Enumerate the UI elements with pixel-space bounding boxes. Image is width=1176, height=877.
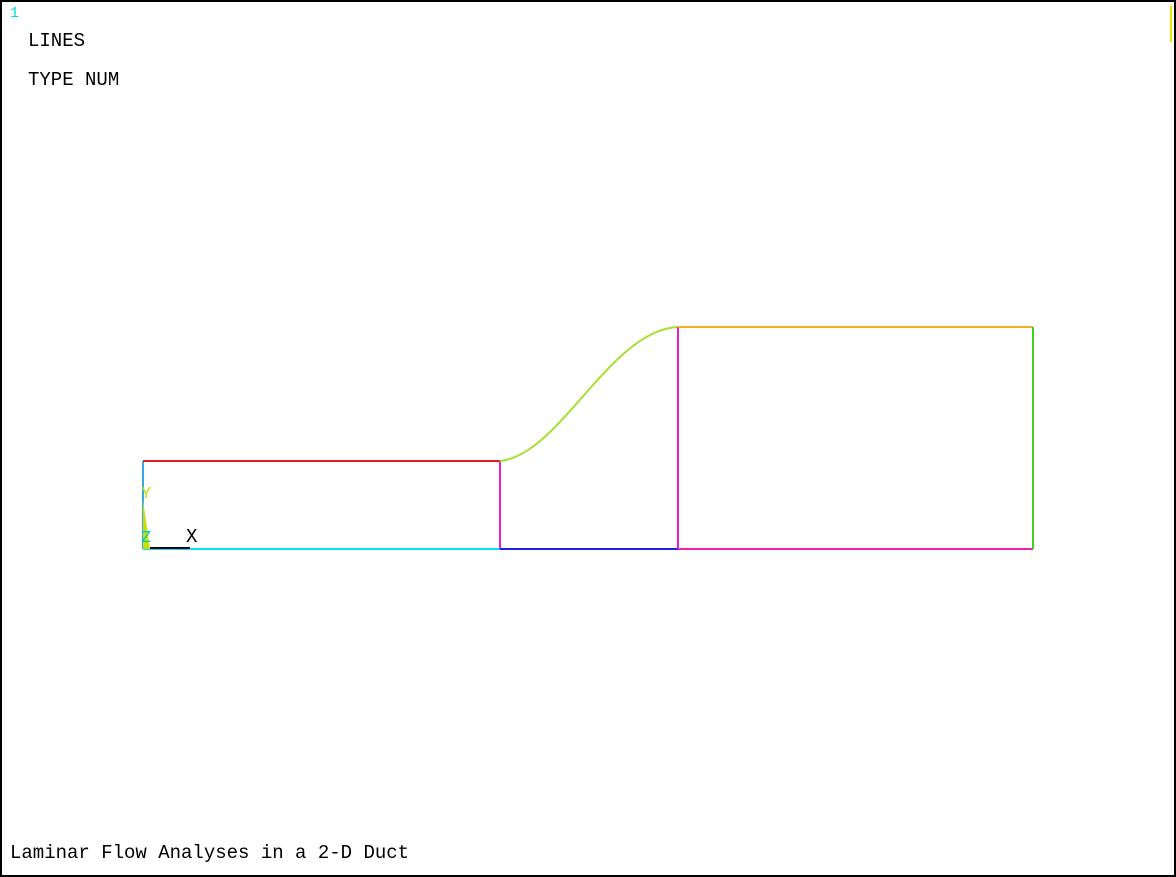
triad-x-label: X xyxy=(186,526,198,548)
triad-y-label: Y xyxy=(141,485,151,504)
duct-geometry-diagram: Y Z X xyxy=(141,326,1034,550)
coordinate-triad: Y Z X xyxy=(141,485,198,549)
triad-z-label: Z xyxy=(141,529,151,548)
line-transition-curve xyxy=(499,326,679,462)
